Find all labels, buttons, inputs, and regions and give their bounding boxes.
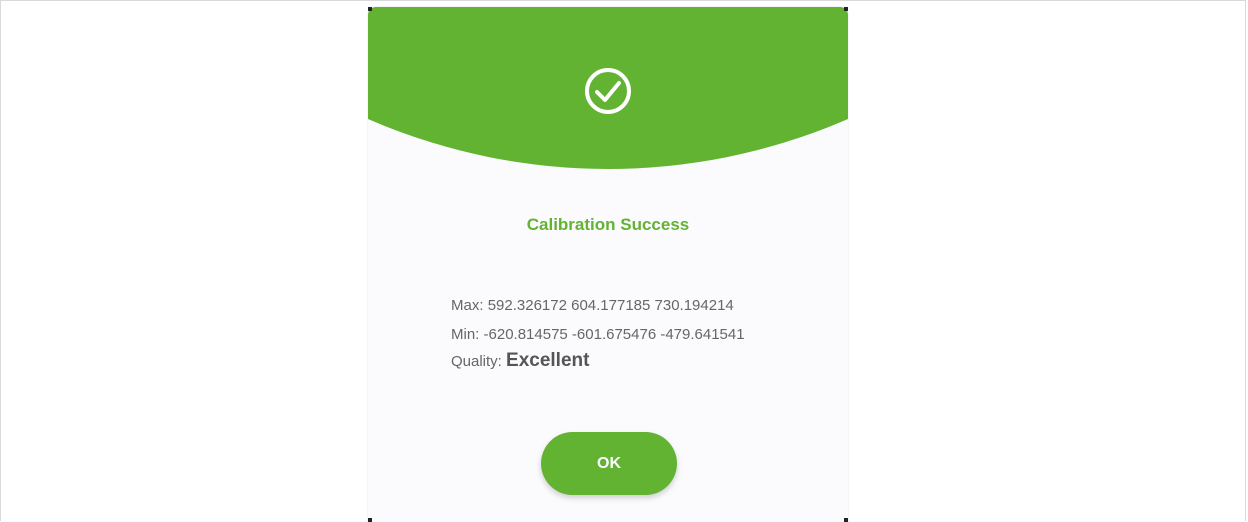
max-row: Max: 592.326172 604.177185 730.194214 [451,297,734,314]
max-values: 592.326172 604.177185 730.194214 [487,297,734,314]
min-row: Min: -620.814575 -601.675476 -479.641541 [451,326,745,343]
min-label: Min: [451,326,480,343]
corner-mark [844,518,848,522]
quality-row: Quality: Excellent [451,350,589,372]
ok-button-label: OK [597,454,621,472]
min-values: -620.814575 -601.675476 -479.641541 [483,326,745,343]
max-label: Max: [451,297,484,314]
quality-label: Quality: [451,353,502,370]
corner-mark [368,518,372,522]
quality-value: Excellent [506,350,590,371]
calibration-dialog: Calibration Success Max: 592.326172 604.… [368,7,848,522]
corner-mark [368,7,372,11]
ok-button[interactable]: OK [541,432,677,495]
dialog-title: Calibration Success [526,215,690,234]
check-circle-icon [585,68,631,114]
corner-mark [844,7,848,11]
app-frame: Calibration Success Max: 592.326172 604.… [0,0,1246,522]
